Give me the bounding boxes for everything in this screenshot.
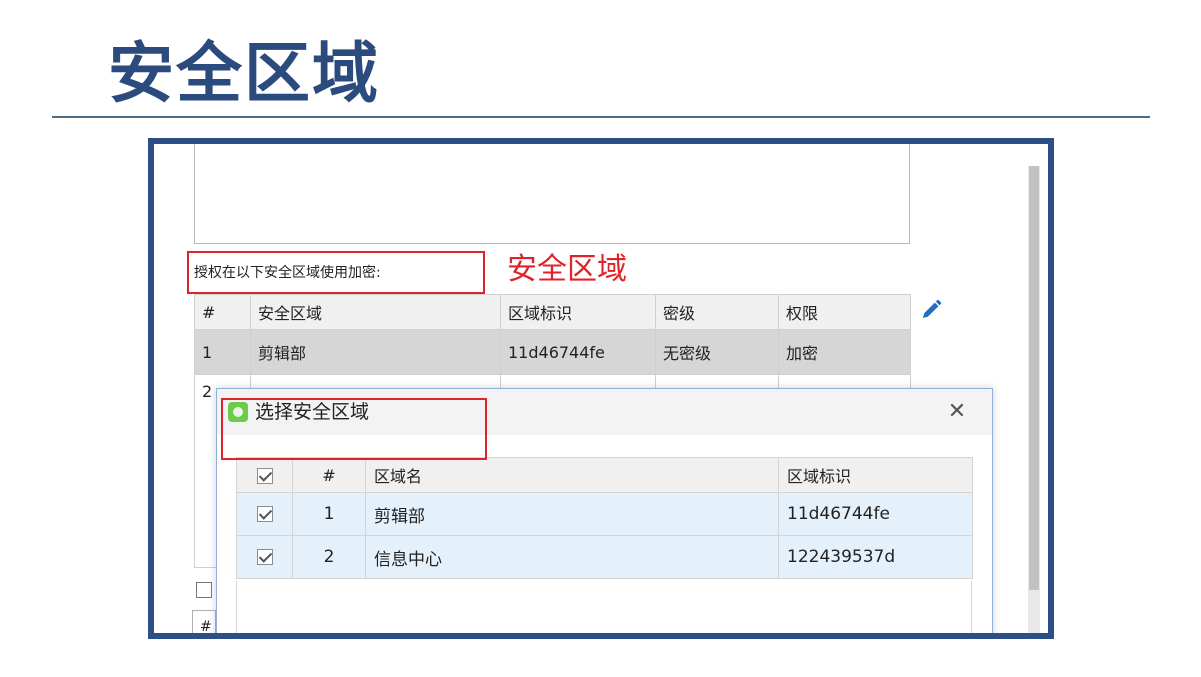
cell-index: 2 xyxy=(292,535,366,579)
slide-title: 安全区域 xyxy=(108,35,380,112)
checkbox-icon[interactable] xyxy=(256,468,273,484)
cell-classification: 无密级 xyxy=(655,329,779,375)
col-header-permission[interactable]: 权限 xyxy=(778,294,911,330)
vertical-scrollbar[interactable] xyxy=(1028,166,1040,633)
cell-index: 1 xyxy=(194,329,251,375)
table-row[interactable]: 1 剪辑部 11d46744fe xyxy=(236,492,973,536)
table-header-row: # 安全区域 区域标识 密级 权限 xyxy=(194,294,911,330)
cell-zone: 剪辑部 xyxy=(250,329,501,375)
description-textarea[interactable] xyxy=(194,144,910,244)
annotation-text: 安全区域 xyxy=(507,252,627,287)
table-row[interactable]: 2 信息中心 122439537d xyxy=(236,535,973,579)
cell-zone-name: 信息中心 xyxy=(365,535,779,579)
cell-zone-id: 11d46744fe xyxy=(778,492,973,536)
col-header-index: # xyxy=(194,294,251,330)
col-header-zone-name[interactable]: 区域名 xyxy=(365,457,779,493)
cell-permission: 加密 xyxy=(778,329,911,375)
scrollbar-thumb[interactable] xyxy=(1029,166,1039,590)
option-checkbox[interactable] xyxy=(196,582,212,598)
col-header-zone-id[interactable]: 区域标识 xyxy=(500,294,656,330)
row-checkbox-cell[interactable] xyxy=(236,535,293,579)
table-empty-area xyxy=(236,581,972,633)
checkbox-icon[interactable] xyxy=(256,549,273,565)
table-header-row: # 区域名 区域标识 xyxy=(236,457,973,493)
col-header-index: # xyxy=(292,457,366,493)
col-header-classification[interactable]: 密级 xyxy=(655,294,779,330)
cell-zone-id: 122439537d xyxy=(778,535,973,579)
table-row[interactable]: 1 剪辑部 11d46744fe 无密级 加密 xyxy=(194,329,911,375)
row-checkbox-cell[interactable] xyxy=(236,492,293,536)
annotation-highlight-box xyxy=(187,251,485,294)
title-divider xyxy=(52,116,1150,118)
checkbox-icon[interactable] xyxy=(256,506,273,522)
col-header-zone[interactable]: 安全区域 xyxy=(250,294,501,330)
pencil-edit-icon[interactable] xyxy=(919,298,943,322)
cell-zone-name: 剪辑部 xyxy=(365,492,779,536)
close-icon[interactable]: ✕ xyxy=(942,397,972,427)
screenshot-content: 授权在以下安全区域使用加密: 安全区域 # 安全区域 区域标识 密级 权限 1 … xyxy=(154,144,1048,633)
select-all-header[interactable] xyxy=(236,457,293,493)
cell-zone-id: 11d46744fe xyxy=(500,329,656,375)
partial-table-header: # xyxy=(192,610,216,633)
screenshot-frame: 授权在以下安全区域使用加密: 安全区域 # 安全区域 区域标识 密级 权限 1 … xyxy=(148,138,1054,639)
cell-index: 1 xyxy=(292,492,366,536)
col-header-zone-id[interactable]: 区域标识 xyxy=(778,457,973,493)
zone-selection-table: # 区域名 区域标识 1 剪辑部 11d46744fe 2 信息中心 12243… xyxy=(236,457,973,579)
dialog-title-highlight-box xyxy=(221,398,487,460)
